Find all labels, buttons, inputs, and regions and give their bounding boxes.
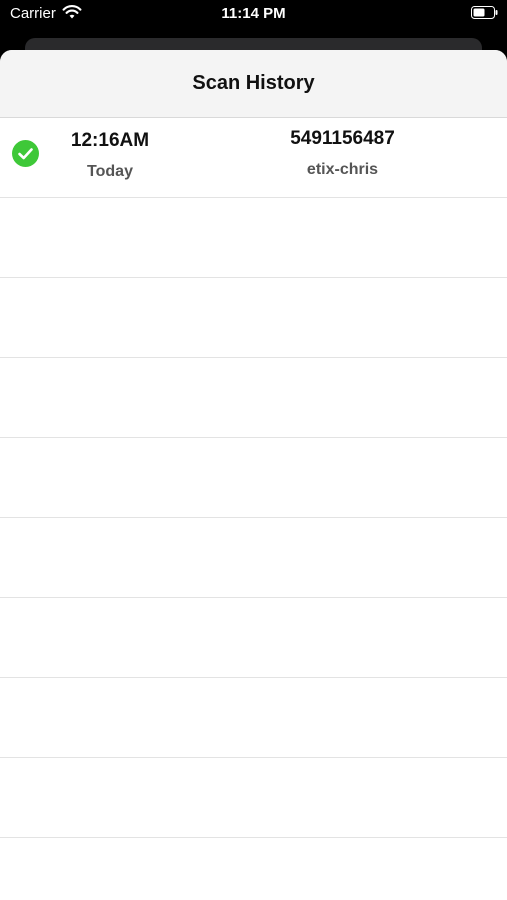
scan-list[interactable]: 12:16AM Today 5491156487 etix-chris	[0, 118, 507, 838]
battery-icon	[471, 6, 498, 19]
scan-detail-column: 5491156487 etix-chris	[240, 128, 445, 179]
empty-row	[0, 598, 507, 678]
status-bar: Carrier 11:14 PM	[0, 0, 507, 30]
scan-history-sheet: Scan History 12:16AM Today 5491156487 et…	[0, 50, 507, 900]
scan-time-column: 12:16AM Today	[50, 130, 170, 181]
scan-user: etix-chris	[306, 161, 379, 178]
scan-code: 5491156487	[290, 128, 395, 149]
scan-row[interactable]: 12:16AM Today 5491156487 etix-chris	[0, 118, 507, 198]
empty-row	[0, 758, 507, 838]
empty-row	[0, 518, 507, 598]
scan-time: 12:16AM	[70, 130, 150, 151]
empty-row	[0, 198, 507, 278]
empty-row	[0, 438, 507, 518]
empty-row	[0, 278, 507, 358]
page-title: Scan History	[192, 72, 315, 94]
status-time: 11:14 PM	[221, 5, 286, 22]
nav-header: Scan History	[0, 50, 507, 118]
scan-date: Today	[87, 163, 133, 180]
empty-row	[0, 678, 507, 758]
checkmark-circle-icon	[12, 140, 39, 167]
empty-row	[0, 358, 507, 438]
